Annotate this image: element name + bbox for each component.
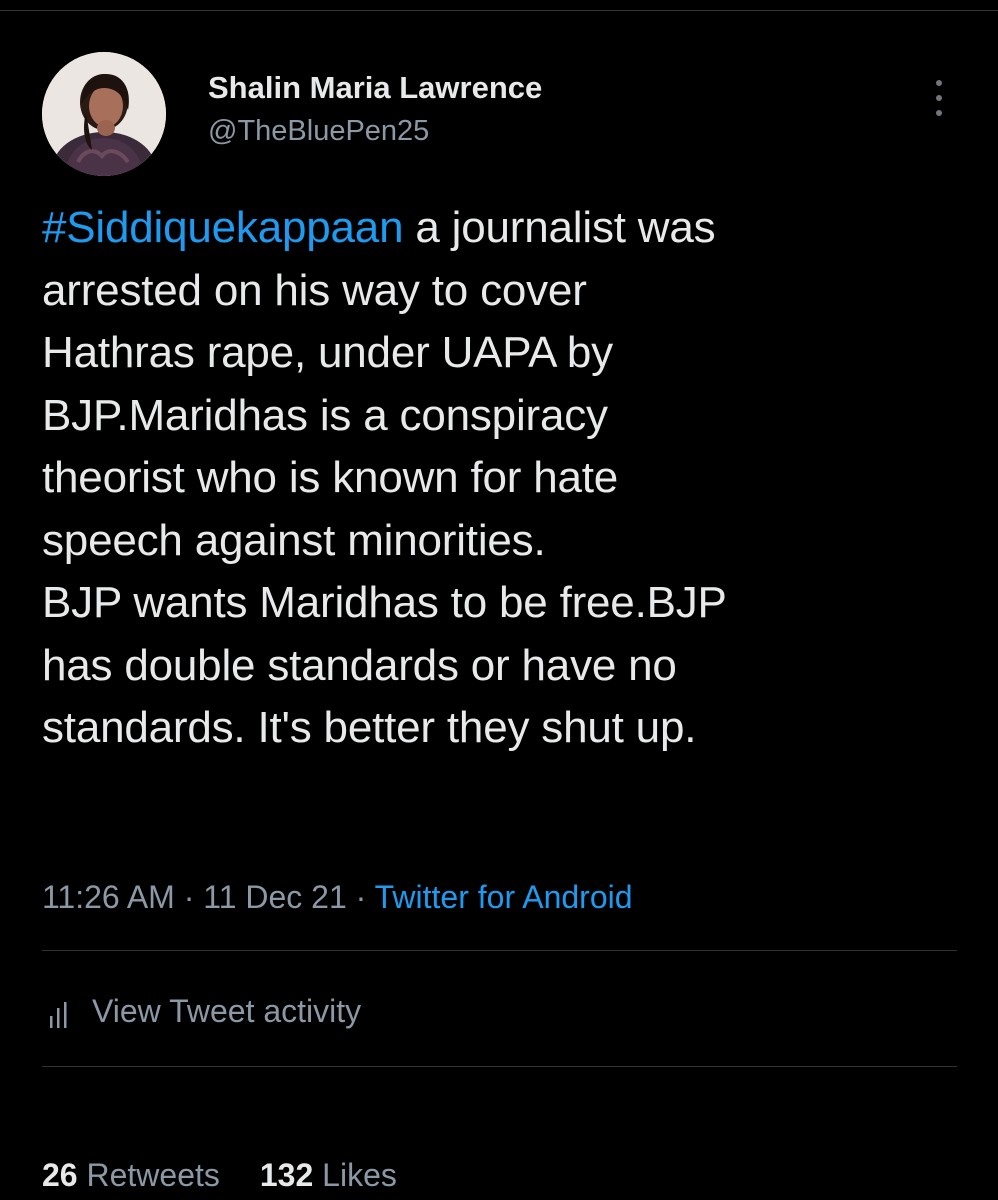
divider [42,950,957,951]
tweet-source-link[interactable]: Twitter for Android [375,879,633,915]
retweets-label: Retweets [86,1157,220,1193]
view-tweet-activity-button[interactable]: View Tweet activity [42,989,361,1033]
user-info: Shalin Maria Lawrence @TheBluePen25 [208,69,542,149]
likes-label: Likes [322,1157,397,1193]
tweet-date[interactable]: 11 Dec 21 [203,879,347,915]
meta-separator: · [174,879,204,915]
tweet-body: a journalist was arrested on his way to … [42,203,727,752]
more-options-button[interactable] [927,80,951,116]
bar-chart-icon [50,1002,67,1028]
tweet: Shalin Maria Lawrence @TheBluePen25 #Sid… [42,52,957,1193]
top-divider [0,10,998,11]
divider [42,1066,957,1067]
avatar[interactable] [42,52,166,176]
view-tweet-activity-label: View Tweet activity [92,992,362,1029]
likes-count: 132 [259,1157,314,1193]
likes-stat[interactable]: 132 Likes [260,1155,397,1195]
more-dot-icon [936,80,942,86]
meta-separator: · [346,879,375,915]
tweet-meta: 11:26 AM · 11 Dec 21 · Twitter for Andro… [42,877,633,917]
avatar-image [42,52,166,176]
retweets-stat[interactable]: 26 Retweets [42,1155,220,1195]
tweet-time[interactable]: 11:26 AM [42,879,175,915]
retweets-count: 26 [42,1157,78,1193]
tweet-header: Shalin Maria Lawrence @TheBluePen25 [42,52,957,176]
hashtag-link[interactable]: #Siddiquekappaan [42,203,404,252]
more-dot-icon [936,95,942,101]
more-dot-icon [936,110,942,116]
tweet-stats: 26 Retweets 132 Likes [42,1155,437,1195]
author-display-name[interactable]: Shalin Maria Lawrence [208,69,542,107]
author-username[interactable]: @TheBluePen25 [208,113,542,149]
tweet-text: #Siddiquekappaan a journalist was arrest… [42,197,957,760]
